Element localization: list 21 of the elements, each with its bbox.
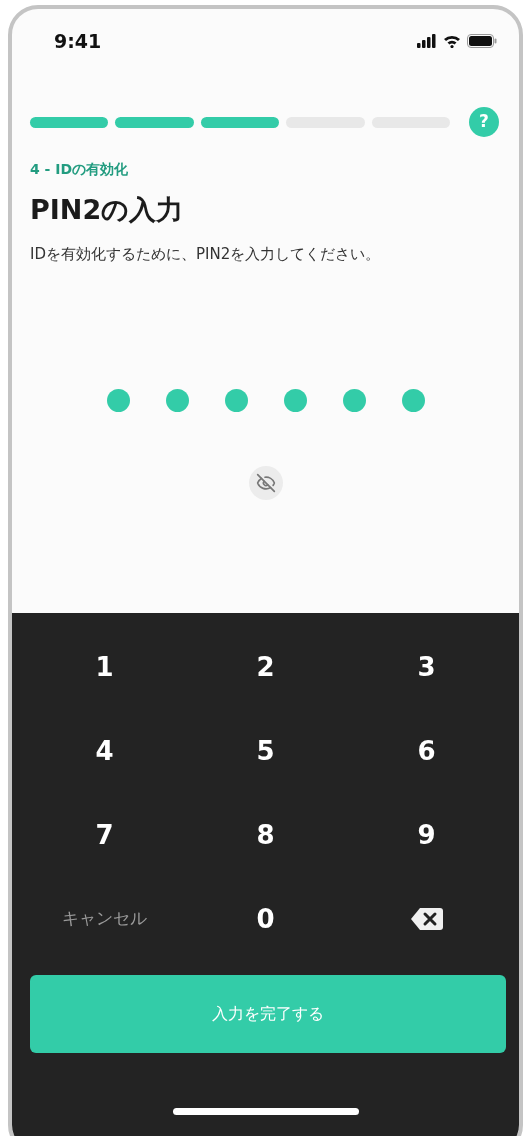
digit-key[interactable]: 8 bbox=[185, 793, 346, 877]
battery-icon bbox=[467, 34, 497, 48]
digit-key[interactable]: 5 bbox=[185, 709, 346, 793]
step-label: 4 - IDの有効化 bbox=[30, 160, 130, 179]
instruction-text: IDを有効化するために、PIN2を入力してください。 bbox=[30, 243, 382, 265]
digit-key[interactable]: 4 bbox=[24, 709, 185, 793]
digit-key[interactable]: 1 bbox=[24, 625, 185, 709]
cancel-key[interactable]: キャンセル bbox=[24, 877, 185, 961]
digit-key[interactable]: 9 bbox=[346, 793, 507, 877]
show-pin-button[interactable] bbox=[248, 466, 283, 500]
digit-key[interactable]: 7 bbox=[24, 793, 185, 877]
backspace-icon bbox=[409, 906, 444, 932]
digit-key[interactable]: 6 bbox=[346, 709, 507, 793]
digit-key[interactable]: 0 bbox=[185, 877, 346, 961]
digit-key[interactable]: 2 bbox=[185, 625, 346, 709]
status-time: 9:41 bbox=[54, 28, 102, 54]
eye-off-icon bbox=[255, 473, 276, 493]
wifi-icon bbox=[443, 34, 461, 48]
signal-icon bbox=[417, 34, 437, 48]
page-title: PIN2の入力 bbox=[30, 193, 185, 227]
digit-key[interactable]: 3 bbox=[346, 625, 507, 709]
